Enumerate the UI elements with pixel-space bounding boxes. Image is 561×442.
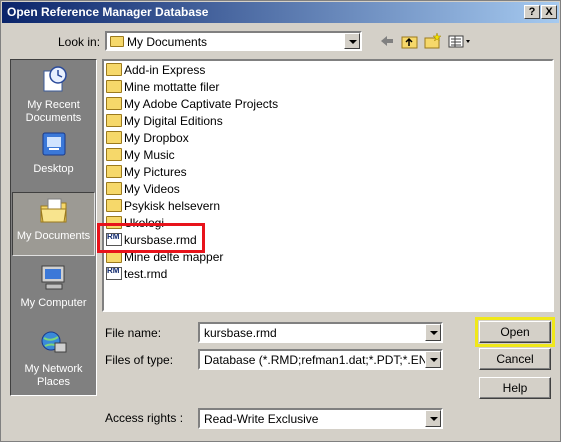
- recent-documents-icon: [43, 66, 67, 92]
- folder-icon: [106, 97, 122, 110]
- list-item[interactable]: My Pictures: [106, 165, 187, 181]
- folder-icon: [106, 114, 122, 127]
- place-my-documents[interactable]: My Documents: [12, 192, 95, 256]
- folder-icon: [106, 148, 122, 161]
- access-rights-label: Access rights :: [105, 411, 184, 425]
- folder-icon: [110, 36, 124, 47]
- place-desktop[interactable]: Desktop: [12, 126, 95, 190]
- place-label: My Recent Documents: [25, 99, 82, 124]
- chevron-down-icon[interactable]: [344, 33, 360, 49]
- place-recent-documents[interactable]: My Recent Documents: [12, 62, 95, 126]
- place-network-places[interactable]: My Network Places: [12, 326, 95, 390]
- up-folder-icon[interactable]: [401, 33, 419, 49]
- folder-icon: [106, 131, 122, 144]
- dialog-title: Open Reference Manager Database: [7, 5, 209, 19]
- title-bar: Open Reference Manager Database ? X: [2, 2, 559, 23]
- look-in-value: My Documents: [127, 35, 208, 49]
- selected-file-highlight: [97, 223, 205, 253]
- back-arrow-icon[interactable]: [379, 33, 395, 49]
- place-label: My Network Places: [24, 363, 83, 388]
- open-button-highlight: [475, 317, 555, 347]
- access-rights-select[interactable]: Read-Write Exclusive: [198, 408, 443, 429]
- chevron-down-icon[interactable]: [425, 410, 441, 427]
- places-bar: My Recent Documents Desktop My Documents: [10, 59, 97, 396]
- close-title-button[interactable]: X: [541, 5, 557, 19]
- new-folder-icon[interactable]: [424, 33, 442, 49]
- network-places-icon: [41, 331, 66, 353]
- my-computer-icon: [41, 265, 64, 290]
- list-item[interactable]: Mine mottatte filer: [106, 80, 219, 96]
- folder-icon: [106, 165, 122, 178]
- place-label: Desktop: [33, 163, 74, 175]
- folder-icon: [106, 80, 122, 93]
- look-in-combo[interactable]: My Documents: [105, 31, 362, 51]
- place-my-computer[interactable]: My Computer: [12, 260, 95, 324]
- look-in-label: Look in:: [58, 35, 101, 49]
- file-name-value: kursbase.rmd: [204, 326, 277, 340]
- files-of-type-select[interactable]: Database (*.RMD;refman1.dat;*.PDT;*.ENL): [198, 349, 443, 370]
- list-item[interactable]: My Adobe Captivate Projects: [106, 97, 278, 113]
- cancel-button[interactable]: Cancel: [479, 348, 551, 370]
- open-database-dialog: Open Reference Manager Database ? X Look…: [0, 0, 561, 442]
- folder-icon: [106, 63, 122, 76]
- my-documents-icon: [39, 198, 67, 223]
- files-of-type-value: Database (*.RMD;refman1.dat;*.PDT;*.ENL): [204, 353, 439, 367]
- desktop-icon: [42, 132, 65, 156]
- rmd-file-icon: RM: [106, 267, 122, 280]
- file-list[interactable]: Add-in Express Mine mottatte filer My Ad…: [102, 59, 554, 312]
- chevron-down-icon[interactable]: [425, 324, 441, 341]
- view-menu-icon[interactable]: [448, 33, 472, 49]
- file-name-input[interactable]: kursbase.rmd: [198, 322, 443, 343]
- list-item[interactable]: My Music: [106, 148, 175, 164]
- place-label: My Documents: [16, 230, 91, 242]
- chevron-down-icon[interactable]: [425, 351, 441, 368]
- file-name-label: File name:: [105, 326, 162, 340]
- help-button[interactable]: Help: [479, 377, 551, 399]
- list-item[interactable]: My Digital Editions: [106, 114, 223, 130]
- list-item[interactable]: My Dropbox: [106, 131, 189, 147]
- list-item[interactable]: My Videos: [106, 182, 180, 198]
- place-label: My Computer: [20, 297, 87, 309]
- folder-icon: [106, 182, 122, 195]
- folder-icon: [106, 199, 122, 212]
- list-item[interactable]: RM test.rmd: [106, 267, 167, 283]
- help-title-button[interactable]: ?: [524, 5, 540, 19]
- files-of-type-label: Files of type:: [105, 353, 174, 367]
- list-item[interactable]: Psykisk helsevern: [106, 199, 220, 215]
- access-rights-value: Read-Write Exclusive: [204, 412, 319, 426]
- list-item[interactable]: Add-in Express: [106, 63, 205, 79]
